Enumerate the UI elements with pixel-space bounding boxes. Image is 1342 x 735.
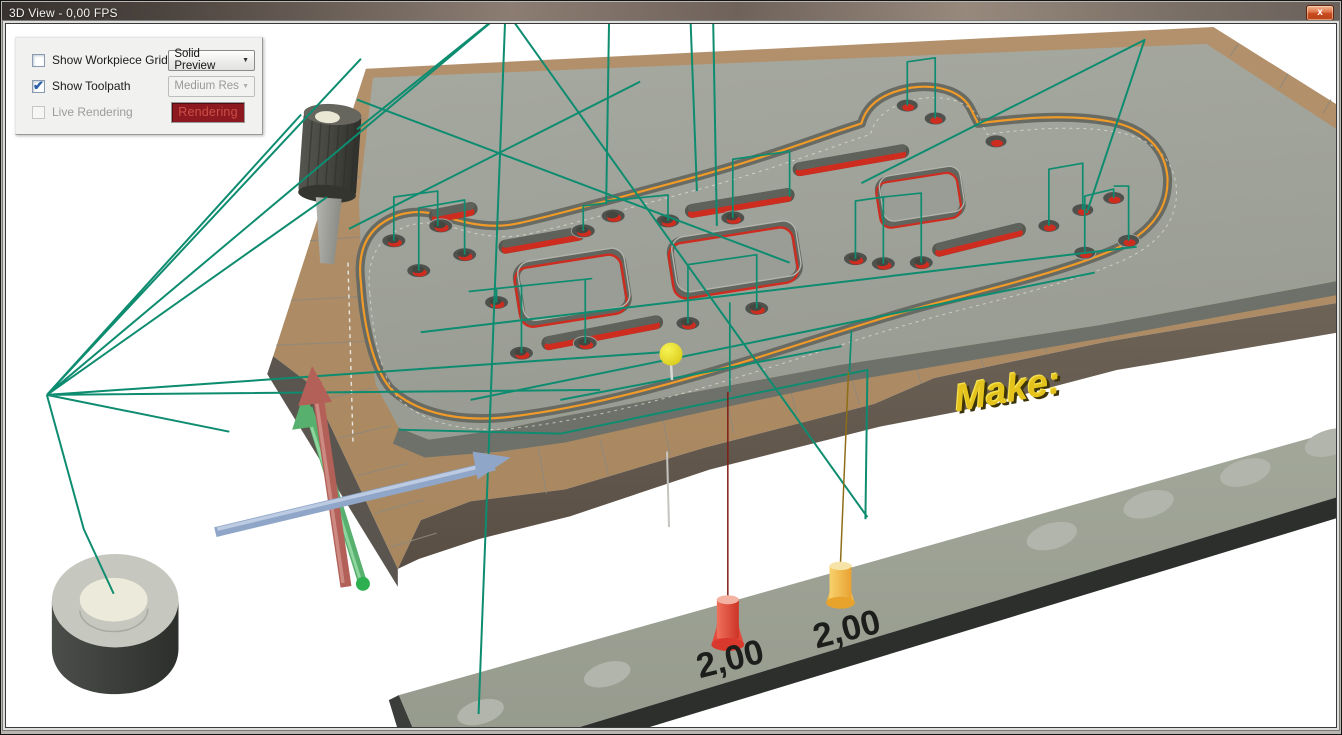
3d-view-window: 3D View - 0,00 FPS x xyxy=(0,0,1342,735)
show-workpiece-grid-label: Show Workpiece Grid xyxy=(52,53,168,67)
preview-mode-dropdown[interactable]: Solid Preview ▼ xyxy=(168,50,255,71)
checkmark-icon: ✔ xyxy=(33,78,44,94)
chevron-down-icon: ▼ xyxy=(242,83,249,90)
live-rendering-label: Live Rendering xyxy=(52,105,133,119)
show-toolpath-checkbox[interactable]: ✔ xyxy=(32,80,45,93)
close-icon[interactable]: x xyxy=(1306,5,1334,21)
live-rendering-checkbox[interactable]: ✔ xyxy=(32,106,45,119)
view-options-panel: ✔ Show Workpiece Grid Solid Preview ▼ ✔ … xyxy=(15,37,263,135)
resolution-value: Medium Res xyxy=(174,80,239,92)
preview-mode-value: Solid Preview xyxy=(174,48,242,72)
parked-tool-cylinder xyxy=(52,554,179,694)
show-toolpath-label: Show Toolpath xyxy=(52,79,131,93)
title-bar: 3D View - 0,00 FPS x xyxy=(2,2,1340,23)
rendering-status-button[interactable]: Rendering xyxy=(171,102,245,123)
resolution-dropdown[interactable]: Medium Res ▼ xyxy=(168,76,255,97)
show-workpiece-grid-checkbox[interactable]: ✔ xyxy=(32,54,45,67)
chevron-down-icon: ▼ xyxy=(242,57,249,64)
window-title: 3D View - 0,00 FPS xyxy=(2,6,118,20)
